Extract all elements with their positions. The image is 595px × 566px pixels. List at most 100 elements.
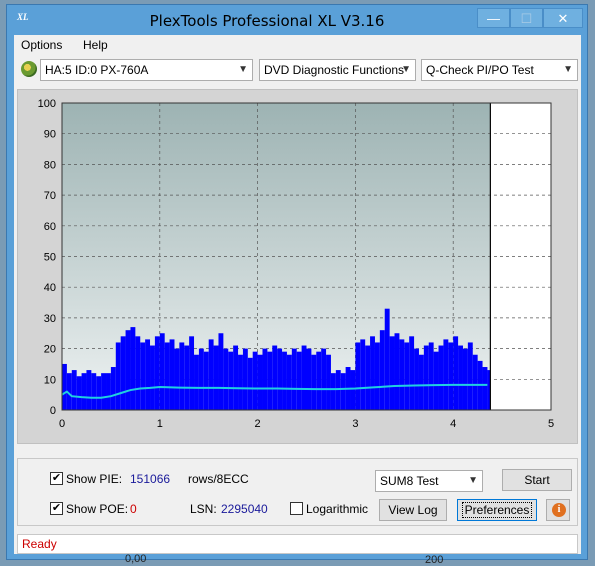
pie-bar bbox=[321, 348, 327, 410]
pie-bar bbox=[145, 339, 151, 410]
view-log-button[interactable]: View Log bbox=[379, 499, 447, 521]
pie-bar bbox=[159, 333, 165, 410]
pie-bar bbox=[404, 342, 410, 410]
pie-bar bbox=[428, 342, 434, 410]
pie-bar bbox=[189, 336, 195, 410]
pie-bar bbox=[296, 351, 302, 410]
chevron-down-icon: ▼ bbox=[401, 64, 411, 75]
x-tick-label: 4 bbox=[450, 418, 456, 430]
minimize-button[interactable]: — bbox=[477, 8, 510, 28]
pie-bar bbox=[272, 345, 278, 410]
menu-options-label: Options bbox=[21, 38, 63, 52]
pie-bar bbox=[223, 348, 229, 410]
pie-bar bbox=[389, 336, 395, 410]
test-select[interactable]: Q-Check PI/PO Test ▼ bbox=[421, 59, 578, 81]
pie-bar bbox=[233, 345, 239, 410]
pie-bar bbox=[443, 339, 449, 410]
drive-select-value: HA:5 ID:0 PX-760A bbox=[45, 63, 149, 77]
maximize-button[interactable]: ☐ bbox=[510, 8, 543, 28]
y-tick-label: 100 bbox=[38, 98, 56, 110]
menu-bar: Options Help bbox=[14, 35, 581, 55]
x-tick-label: 3 bbox=[352, 418, 358, 430]
pie-bar bbox=[238, 354, 243, 410]
menu-help[interactable]: Help bbox=[83, 38, 108, 52]
sum-test-select[interactable]: SUM8 Test ▼ bbox=[375, 470, 483, 492]
logarithmic-checkbox[interactable] bbox=[290, 502, 303, 515]
pie-bar bbox=[208, 339, 214, 410]
pie-bar bbox=[169, 339, 175, 410]
pie-bar bbox=[86, 370, 92, 410]
pie-bar bbox=[433, 351, 439, 410]
pie-unit: rows/8ECC bbox=[188, 472, 249, 486]
pie-bar bbox=[472, 354, 478, 410]
pie-bar bbox=[81, 373, 87, 410]
pie-bar bbox=[110, 367, 116, 410]
show-poe-checkbox[interactable]: ✔ bbox=[50, 502, 63, 515]
pie-bar bbox=[150, 345, 155, 410]
pie-bar bbox=[228, 351, 234, 410]
y-tick-label: 80 bbox=[44, 159, 56, 171]
show-pie-checkbox[interactable]: ✔ bbox=[50, 472, 63, 485]
pie-bar bbox=[482, 367, 488, 410]
function-select-value: DVD Diagnostic Functions bbox=[264, 63, 405, 77]
pie-bar bbox=[125, 330, 131, 410]
pie-bar bbox=[360, 339, 366, 410]
pie-bar bbox=[277, 348, 283, 410]
window-title: PlexTools Professional XL V3.16 bbox=[149, 12, 385, 30]
info-button[interactable]: i bbox=[546, 499, 570, 521]
show-pie-label: Show PIE: bbox=[66, 472, 123, 486]
pie-bar bbox=[96, 376, 102, 410]
pie-bar bbox=[101, 373, 107, 410]
menu-help-label: Help bbox=[83, 38, 108, 52]
pie-bar bbox=[71, 370, 77, 410]
poe-value: 0 bbox=[130, 502, 137, 516]
test-select-value: Q-Check PI/PO Test bbox=[426, 63, 534, 77]
status-bar: Ready bbox=[17, 534, 578, 554]
background-text-left: 0,00 bbox=[125, 553, 147, 565]
pie-bar bbox=[394, 333, 400, 410]
pie-bar bbox=[311, 354, 317, 410]
info-icon: i bbox=[552, 503, 566, 517]
menu-options[interactable]: Options bbox=[21, 38, 62, 52]
pie-bar bbox=[198, 348, 204, 410]
pie-bar bbox=[414, 348, 419, 410]
pie-bar bbox=[257, 354, 263, 410]
x-tick-label: 5 bbox=[548, 418, 554, 430]
pie-value: 151066 bbox=[130, 472, 171, 486]
chevron-down-icon: ▼ bbox=[468, 475, 478, 486]
title-bar[interactable]: XL PlexTools Professional XL V3.16 — ☐ ✕ bbox=[7, 5, 587, 35]
pie-bar bbox=[453, 336, 459, 410]
y-tick-label: 50 bbox=[44, 252, 56, 264]
pie-bar bbox=[458, 345, 463, 410]
x-tick-label: 2 bbox=[255, 418, 261, 430]
pie-bar bbox=[355, 342, 361, 410]
y-tick-label: 0 bbox=[50, 405, 56, 417]
status-text: Ready bbox=[22, 537, 57, 551]
pie-bar bbox=[194, 354, 199, 410]
pie-bar bbox=[423, 345, 429, 410]
pie-bar bbox=[350, 370, 356, 410]
lsn-value: 2295040 bbox=[221, 502, 268, 516]
pie-bar bbox=[115, 342, 121, 410]
y-tick-label: 20 bbox=[44, 344, 56, 356]
pie-bar bbox=[91, 373, 97, 410]
pie-bar bbox=[218, 333, 224, 410]
pie-bar bbox=[130, 327, 136, 410]
x-tick-label: 1 bbox=[157, 418, 163, 430]
pie-bar bbox=[140, 342, 146, 410]
pie-bar bbox=[120, 336, 126, 410]
pie-bar bbox=[340, 373, 346, 410]
toolbar: HA:5 ID:0 PX-760A ▼ DVD Diagnostic Funct… bbox=[14, 57, 581, 83]
app-window: XL PlexTools Professional XL V3.16 — ☐ ✕… bbox=[6, 4, 588, 560]
pie-bar bbox=[326, 354, 331, 410]
drive-select[interactable]: HA:5 ID:0 PX-760A ▼ bbox=[40, 59, 253, 81]
pie-bar bbox=[76, 376, 82, 410]
pie-bar bbox=[242, 348, 248, 410]
chart-area: 0 10 20 30 40 50 60 70 80 90 100 0 1 2 3 4 5 bbox=[17, 89, 578, 444]
pie-bar bbox=[438, 345, 444, 410]
preferences-button[interactable]: Preferences bbox=[457, 499, 537, 521]
start-button[interactable]: Start bbox=[502, 469, 572, 491]
lsn-label: LSN: bbox=[190, 502, 217, 516]
close-button[interactable]: ✕ bbox=[543, 8, 583, 28]
function-select[interactable]: DVD Diagnostic Functions ▼ bbox=[259, 59, 416, 81]
